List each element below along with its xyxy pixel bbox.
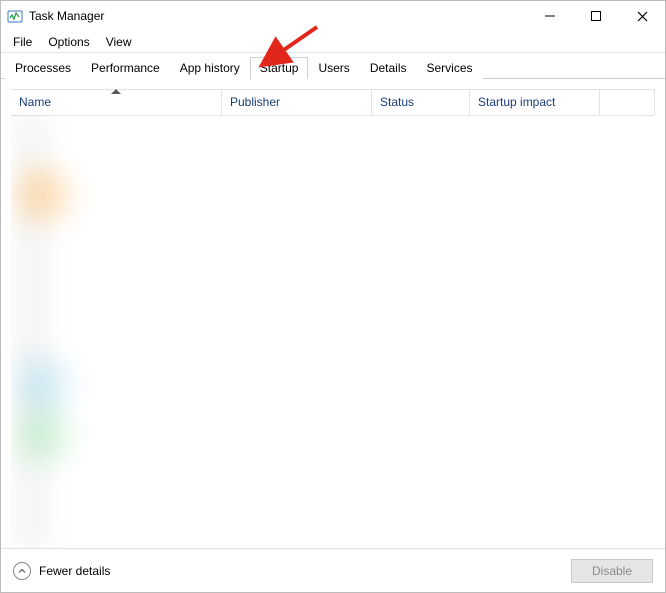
window-title: Task Manager: [29, 9, 104, 23]
menu-file[interactable]: File: [5, 33, 40, 51]
minimize-button[interactable]: [527, 1, 573, 31]
tab-app-history[interactable]: App history: [170, 57, 250, 79]
tab-processes[interactable]: Processes: [5, 57, 81, 79]
menubar: File Options View: [1, 31, 665, 53]
task-manager-window: Task Manager File Options View Processes…: [0, 0, 666, 593]
maximize-button[interactable]: [573, 1, 619, 31]
close-button[interactable]: [619, 1, 665, 31]
column-header-name[interactable]: Name: [11, 90, 221, 116]
menu-options[interactable]: Options: [40, 33, 97, 51]
fewer-details-button[interactable]: Fewer details: [13, 562, 110, 580]
column-header-impact-label: Startup impact: [478, 95, 555, 109]
column-header-filler: [599, 90, 654, 116]
tabbar: Processes Performance App history Startu…: [1, 53, 665, 79]
column-header-status[interactable]: Status: [371, 90, 469, 116]
column-header-publisher[interactable]: Publisher: [221, 90, 371, 116]
column-header-name-label: Name: [19, 95, 51, 109]
column-header-startup-impact[interactable]: Startup impact: [469, 90, 599, 116]
content-area: Name Publisher Status Startup impact: [1, 79, 665, 548]
task-manager-icon: [7, 8, 23, 24]
sort-ascending-icon: [111, 89, 121, 94]
blurred-content: [11, 115, 655, 548]
tab-performance[interactable]: Performance: [81, 57, 170, 79]
footer: Fewer details Disable: [1, 548, 665, 592]
titlebar: Task Manager: [1, 1, 665, 31]
menu-view[interactable]: View: [98, 33, 140, 51]
startup-list-body[interactable]: [11, 115, 655, 548]
column-headers: Name Publisher Status Startup impact: [11, 89, 655, 115]
tab-services[interactable]: Services: [417, 57, 483, 79]
column-header-publisher-label: Publisher: [230, 95, 280, 109]
fewer-details-label: Fewer details: [39, 564, 110, 578]
column-header-status-label: Status: [380, 95, 414, 109]
disable-button[interactable]: Disable: [571, 559, 653, 583]
chevron-up-icon: [13, 562, 31, 580]
tab-startup[interactable]: Startup: [250, 57, 309, 79]
tab-users[interactable]: Users: [308, 57, 359, 79]
tab-details[interactable]: Details: [360, 57, 417, 79]
